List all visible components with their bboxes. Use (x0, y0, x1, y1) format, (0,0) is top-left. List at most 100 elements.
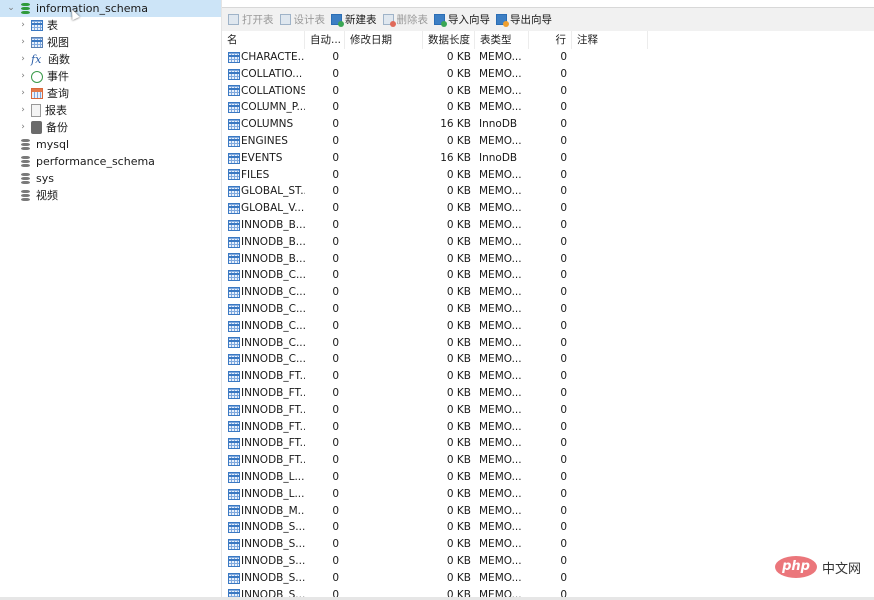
tree-item-database[interactable]: mysql (0, 136, 221, 153)
chevron-right-icon[interactable]: › (18, 54, 28, 65)
cell-auto-increment: 0 (332, 571, 339, 584)
table-row[interactable]: INNODB_FT... 0 0 KB MEMO... 0 (222, 385, 874, 402)
cell-name: COLLATIONS (222, 83, 305, 100)
query-icon (31, 88, 43, 99)
table-row[interactable]: INNODB_L... 0 0 KB MEMO... 0 (222, 486, 874, 503)
cell-data-length: 0 KB (446, 235, 471, 248)
table-row[interactable]: COLUMN_P... 0 0 KB MEMO... 0 (222, 99, 874, 116)
column-header-table-type[interactable]: 表类型 (475, 31, 529, 49)
column-header-comment[interactable]: 注释 (572, 31, 648, 49)
table-row[interactable]: INNODB_FT... 0 0 KB MEMO... 0 (222, 419, 874, 436)
import-wizard-button[interactable]: 导入向导 (434, 12, 490, 27)
table-row[interactable]: INNODB_C... 0 0 KB MEMO... 0 (222, 318, 874, 335)
table-row[interactable]: INNODB_B... 0 0 KB MEMO... 0 (222, 251, 874, 268)
table-name: INNODB_L... (241, 470, 305, 483)
table-row[interactable]: INNODB_C... 0 0 KB MEMO... 0 (222, 267, 874, 284)
table-row[interactable]: FILES 0 0 KB MEMO... 0 (222, 167, 874, 184)
cell-rows: 0 (560, 538, 567, 551)
cell-auto-increment: 0 (332, 437, 339, 450)
table-row[interactable]: INNODB_FT... 0 0 KB MEMO... 0 (222, 402, 874, 419)
table-row[interactable]: EVENTS 0 16 KB InnoDB 0 (222, 150, 874, 167)
toolbar-button-label: 删除表 (396, 14, 429, 26)
table-row[interactable]: INNODB_B... 0 0 KB MEMO... 0 (222, 217, 874, 234)
cell-comment (572, 150, 648, 167)
cell-name: INNODB_C... (222, 318, 305, 335)
table-name: GLOBAL_ST... (241, 185, 305, 198)
tree-item-database[interactable]: sys (0, 170, 221, 187)
cell-data-length: 0 KB (446, 504, 471, 517)
table-row[interactable]: CHARACTE... 0 0 KB MEMO... 0 (222, 49, 874, 66)
tree-item-view[interactable]: › 视图 (0, 34, 221, 51)
open-table-button[interactable]: 打开表 (228, 12, 274, 27)
cell-auto-increment: 0 (332, 487, 339, 500)
column-header-name[interactable]: 名 (222, 31, 305, 49)
export-wizard-button[interactable]: 导出向导 (496, 12, 552, 27)
table-row[interactable]: INNODB_S... 0 0 KB MEMO... 0 (222, 587, 874, 597)
table-row[interactable]: COLLATIO... 0 0 KB MEMO... 0 (222, 66, 874, 83)
table-row[interactable]: INNODB_FT... 0 0 KB MEMO... 0 (222, 435, 874, 452)
cell-modified-date (345, 200, 423, 217)
cell-data-length: 0 KB (446, 67, 471, 80)
delete-table-button[interactable]: 删除表 (382, 12, 429, 27)
chevron-right-icon[interactable]: › (18, 71, 28, 82)
tree-item-query[interactable]: › 查询 (0, 85, 221, 102)
cell-name: INNODB_FT... (222, 385, 305, 402)
cell-comment (572, 234, 648, 251)
tree-item-function[interactable]: › fx 函数 (0, 51, 221, 68)
table-row[interactable]: INNODB_M... 0 0 KB MEMO... 0 (222, 503, 874, 520)
tree-item-database[interactable]: ⌄ information_schema (0, 0, 221, 17)
cell-data-length: 0 KB (446, 286, 471, 299)
tree-item-report[interactable]: › 报表 (0, 102, 221, 119)
column-header-data-length[interactable]: 数据长度 (423, 31, 475, 49)
cell-name: INNODB_S... (222, 519, 305, 536)
cell-modified-date (345, 66, 423, 83)
table-icon (228, 303, 240, 315)
chevron-down-icon[interactable]: ⌄ (6, 3, 16, 14)
tree-item-event-clock[interactable]: › 事件 (0, 68, 221, 85)
table-row[interactable]: GLOBAL_ST... 0 0 KB MEMO... 0 (222, 183, 874, 200)
cell-auto-increment: 0 (332, 538, 339, 551)
table-row[interactable]: INNODB_S... 0 0 KB MEMO... 0 (222, 519, 874, 536)
column-header-auto-increment[interactable]: 自动... (305, 31, 345, 49)
cell-name: INNODB_B... (222, 234, 305, 251)
new-table-button[interactable]: 新建表 (331, 12, 377, 27)
column-header-modified-date[interactable]: 修改日期 (345, 31, 423, 49)
chevron-right-icon[interactable]: › (18, 122, 28, 133)
object-toolbar: 打开表 设计表 新建表 删除表 导入向导 导出向导 (222, 8, 874, 31)
chevron-right-icon[interactable]: › (18, 105, 28, 116)
cell-auto-increment: 0 (332, 302, 339, 315)
table-row[interactable]: INNODB_C... 0 0 KB MEMO... 0 (222, 301, 874, 318)
tree-item-database[interactable]: 视频 (0, 187, 221, 204)
cell-name: INNODB_L... (222, 486, 305, 503)
chevron-right-icon[interactable]: › (18, 20, 28, 31)
table-row[interactable]: INNODB_C... 0 0 KB MEMO... 0 (222, 284, 874, 301)
table-row[interactable]: INNODB_FT... 0 0 KB MEMO... 0 (222, 368, 874, 385)
chevron-right-icon[interactable]: › (18, 37, 28, 48)
table-name: INNODB_C... (241, 353, 305, 366)
table-row[interactable]: INNODB_S... 0 0 KB MEMO... 0 (222, 536, 874, 553)
connection-tree[interactable]: ⌄ information_schema › 表 › 视图 › fx 函数 › 事件 › 查询 › 报表 › 备… (0, 0, 222, 600)
table-row[interactable]: INNODB_L... 0 0 KB MEMO... 0 (222, 469, 874, 486)
table-row[interactable]: ENGINES 0 0 KB MEMO... 0 (222, 133, 874, 150)
tree-item-label: 备份 (46, 121, 68, 134)
tree-item-backup[interactable]: › 备份 (0, 119, 221, 136)
design-table-button[interactable]: 设计表 (279, 12, 325, 27)
cell-data-length: 0 KB (446, 269, 471, 282)
cell-rows: 0 (560, 252, 567, 265)
table-row[interactable]: INNODB_B... 0 0 KB MEMO... 0 (222, 234, 874, 251)
table-row[interactable]: INNODB_FT... 0 0 KB MEMO... 0 (222, 452, 874, 469)
table-row[interactable]: INNODB_C... 0 0 KB MEMO... 0 (222, 351, 874, 368)
table-row[interactable]: GLOBAL_V... 0 0 KB MEMO... 0 (222, 200, 874, 217)
database-gray-icon (21, 172, 30, 185)
column-header-rows[interactable]: 行 (529, 31, 572, 49)
table-icon (228, 85, 240, 97)
chevron-right-icon[interactable]: › (18, 88, 28, 99)
tree-item-table[interactable]: › 表 (0, 17, 221, 34)
table-row[interactable]: INNODB_C... 0 0 KB MEMO... 0 (222, 335, 874, 352)
table-row[interactable]: COLLATIONS 0 0 KB MEMO... 0 (222, 83, 874, 100)
tree-item-database[interactable]: performance_schema (0, 153, 221, 170)
cell-name: INNODB_S... (222, 536, 305, 553)
table-name: FILES (241, 168, 270, 181)
table-row[interactable]: COLUMNS 0 16 KB InnoDB 0 (222, 116, 874, 133)
table-icon (228, 337, 240, 349)
